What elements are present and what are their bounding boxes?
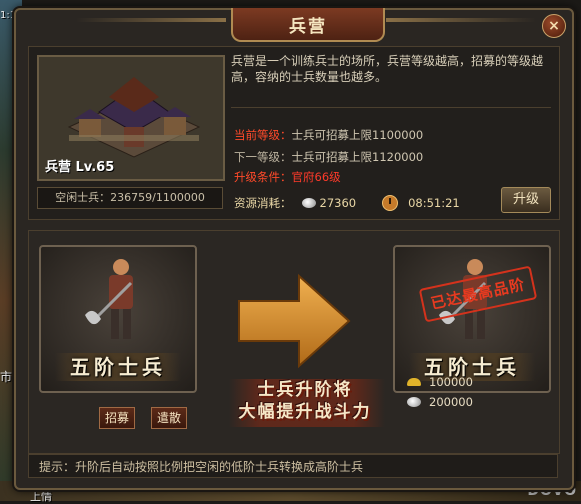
silver-cost-row: 200000 <box>407 395 473 409</box>
upgrade-button[interactable]: 升级 <box>501 187 551 213</box>
current-unit-card: 五阶士兵 <box>39 245 197 393</box>
upgrade-arrow-icon <box>238 273 351 369</box>
upgrade-condition-value: 官府66级 <box>291 170 341 184</box>
clock-icon <box>382 195 399 211</box>
food-cost-row: 100000 <box>407 375 473 389</box>
close-button[interactable]: × <box>542 14 566 38</box>
resource-cost-label: 资源消耗： <box>234 196 292 210</box>
food-icon <box>407 378 421 386</box>
resource-cost-value: 27360 <box>319 196 357 210</box>
building-description: 兵营是一个训练兵士的场所，兵营等级越高，招募的等级越高，容纳的士兵数量也越多。 <box>231 53 551 108</box>
silver-coin-icon <box>301 198 316 208</box>
next-level-label: 下一等级： <box>234 150 292 164</box>
resource-cost-row: 资源消耗： 27360 08:51:21 <box>234 195 460 211</box>
title-ornament <box>386 18 536 22</box>
next-level-row: 下一等级：士兵可招募上限1120000 <box>234 149 423 165</box>
tip-bar: 提示：升阶后自动按照比例把空闲的低阶士兵转换成高阶士兵 <box>28 454 558 478</box>
slogan-text: 士兵升阶将 大幅提升战斗力 <box>225 379 385 423</box>
current-unit-name: 五阶士兵 <box>55 353 181 381</box>
upgrade-time-value: 08:51:21 <box>408 196 460 210</box>
idle-soldiers-readout: 空闲士兵：236759/1100000 <box>37 187 223 209</box>
building-info-section: 兵营 Lv.65 空闲士兵：236759/1100000 兵营是一个训练兵士的场… <box>28 46 560 220</box>
silver-cost-value: 200000 <box>429 395 473 409</box>
slogan-line-2: 大幅提升战斗力 <box>238 402 372 422</box>
background-label: 上情 <box>30 490 52 503</box>
title-ornament <box>76 18 226 22</box>
recruit-button[interactable]: 招募 <box>99 407 135 429</box>
barracks-panel: 兵营 × 兵营 Lv.65 空闲士兵：236759/1100000 兵营是一个训… <box>14 8 574 490</box>
building-image-frame: 兵营 Lv.65 <box>37 55 225 181</box>
building-name-level: 兵营 Lv.65 <box>45 160 115 175</box>
dismiss-button[interactable]: 遣散 <box>151 407 187 429</box>
upgrade-condition-row: 升级条件：官府66级 <box>234 169 341 185</box>
next-level-value: 士兵可招募上限1120000 <box>291 150 424 164</box>
next-unit-card: 已达最高品阶 五阶士兵 <box>393 245 551 393</box>
soldier-figure-icon <box>85 259 133 339</box>
current-level-label: 当前等级： <box>234 128 292 142</box>
current-level-row: 当前等级：士兵可招募上限1100000 <box>234 127 423 143</box>
silver-coin-icon <box>407 397 421 407</box>
soldier-rank-section: 五阶士兵 招募 遣散 士兵升阶将 大幅提升战斗力 已达最高品阶 五阶士兵 100… <box>28 230 560 454</box>
slogan-line-1: 士兵升阶将 <box>257 380 353 400</box>
window-title: 兵营 <box>231 8 385 42</box>
food-cost-value: 100000 <box>429 375 473 389</box>
upgrade-condition-label: 升级条件： <box>234 170 292 184</box>
current-level-value: 士兵可招募上限1100000 <box>291 128 424 142</box>
